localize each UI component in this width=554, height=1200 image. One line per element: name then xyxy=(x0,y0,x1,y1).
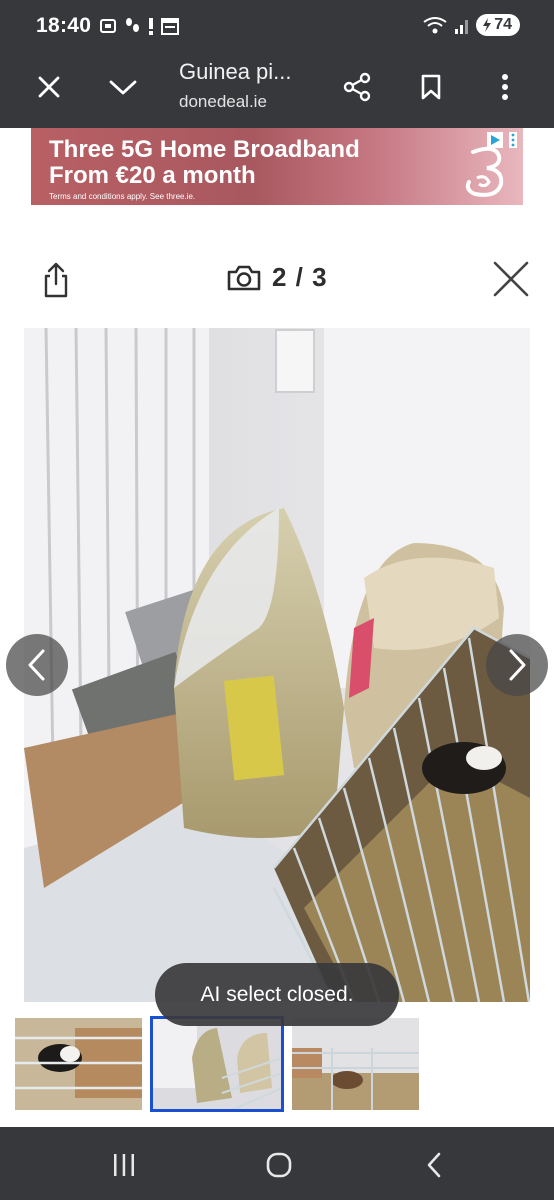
chevron-left-icon xyxy=(28,649,45,681)
signal-icon xyxy=(455,20,469,34)
toast-text: AI select closed. xyxy=(200,982,354,1006)
three-logo-icon xyxy=(465,146,504,197)
minimize-tab-button[interactable] xyxy=(100,64,146,110)
share-icon xyxy=(343,72,371,102)
previous-image-button[interactable] xyxy=(6,634,68,696)
close-tab-button[interactable] xyxy=(26,64,72,110)
share-button[interactable] xyxy=(334,64,380,110)
upload-share-icon xyxy=(44,262,68,298)
charging-icon xyxy=(483,18,492,32)
chevron-right-icon xyxy=(509,649,526,681)
bookmark-icon xyxy=(421,74,441,100)
more-vert-icon xyxy=(502,74,508,100)
system-navigation-bar xyxy=(0,1127,554,1200)
battery-indicator: 74 xyxy=(476,14,520,36)
ad-headline-line2: From €20 a month xyxy=(49,162,256,189)
gallery-close-button[interactable] xyxy=(490,258,532,300)
bookmark-button[interactable] xyxy=(408,64,454,110)
status-time: 18:40 xyxy=(36,14,92,37)
system-icons: 74 xyxy=(422,14,520,36)
footsteps-icon xyxy=(126,18,139,32)
back-button[interactable] xyxy=(414,1147,454,1183)
notification-icons xyxy=(98,16,180,36)
ad-menu-icon[interactable] xyxy=(509,132,517,148)
next-image-button[interactable] xyxy=(486,634,548,696)
screen: 18:40 74 Guinea pi... donedeal.ie Three … xyxy=(0,0,554,1200)
thumbnail-1[interactable] xyxy=(15,1018,142,1110)
screenshot-icon xyxy=(100,19,116,33)
image-counter-text: 2 / 3 xyxy=(272,262,328,292)
recent-apps-button[interactable] xyxy=(104,1147,144,1183)
toast-message: AI select closed. xyxy=(155,963,399,1026)
status-bar: 18:40 74 xyxy=(0,0,554,54)
thumbnail-3-image xyxy=(292,1018,419,1110)
gallery-share-button[interactable] xyxy=(36,258,76,302)
battery-level: 74 xyxy=(494,16,512,33)
home-icon xyxy=(266,1152,292,1178)
listing-photo[interactable] xyxy=(24,328,530,1002)
page-url[interactable]: donedeal.ie xyxy=(179,92,267,112)
thumbnail-2[interactable] xyxy=(150,1016,284,1112)
ad-fine-print: Terms and conditions apply. See three.ie… xyxy=(49,192,196,201)
close-icon xyxy=(493,261,529,297)
thumbnail-2-image xyxy=(152,1018,282,1110)
chevron-down-icon xyxy=(109,80,137,95)
back-icon xyxy=(427,1152,441,1178)
recents-icon xyxy=(114,1154,134,1176)
home-button[interactable] xyxy=(259,1147,299,1183)
gallery-header: 2 / 3 xyxy=(0,240,554,320)
calendar-icon xyxy=(161,18,179,35)
adchoices-icon[interactable] xyxy=(487,132,503,148)
wifi-icon xyxy=(423,17,447,34)
ad-headline-line1: Three 5G Home Broadband xyxy=(49,136,360,163)
thumbnail-strip xyxy=(0,1016,554,1116)
more-menu-button[interactable] xyxy=(482,64,528,110)
listing-photo-image xyxy=(24,328,530,1002)
close-icon xyxy=(38,76,60,98)
alert-icon xyxy=(149,18,153,35)
image-counter: 2 / 3 xyxy=(226,262,328,293)
thumbnail-1-image xyxy=(15,1018,142,1110)
ad-banner[interactable]: Three 5G Home Broadband From €20 a month… xyxy=(31,128,523,205)
thumbnail-3[interactable] xyxy=(292,1018,419,1110)
page-title: Guinea pi... xyxy=(179,59,292,84)
camera-icon xyxy=(227,265,261,290)
custom-tab-toolbar: Guinea pi... donedeal.ie xyxy=(0,54,554,128)
